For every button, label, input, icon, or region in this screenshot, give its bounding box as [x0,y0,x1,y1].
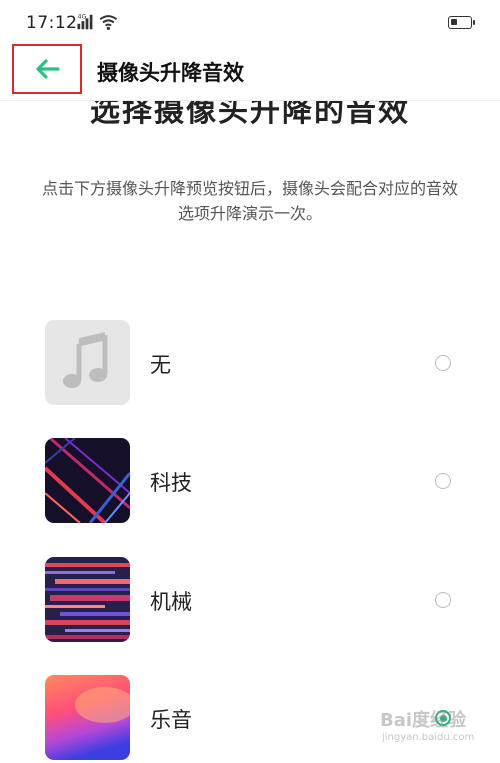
music-note-icon [63,332,108,388]
section-description: 点击下方摄像头升降预览按钮后，摄像头会配合对应的音效选项升降演示一次。 [41,179,458,223]
header-bar: 摄像头升降音效 [0,44,500,100]
wifi-icon [99,15,118,30]
option-label-mechanical: 机械 [150,590,192,614]
tech-artwork [45,438,130,523]
back-button[interactable] [12,44,82,94]
battery-icon [448,16,475,29]
status-time: 17:12 [26,13,78,33]
option-radio-none[interactable] [435,355,451,371]
page-title: 摄像头升降音效 [97,61,244,85]
status-icons: 4G [77,13,118,30]
option-thumb-none [45,320,130,405]
watermark-main: Bai度经验 [380,710,467,731]
option-label-musical: 乐音 [150,708,192,732]
option-radio-tech[interactable] [435,473,451,489]
option-thumb-tech [45,438,130,523]
option-none[interactable]: 无 [0,320,500,408]
option-thumb-musical [45,675,130,760]
arrow-left-icon [36,59,60,79]
network-type: 4G [77,13,86,20]
musical-artwork [45,675,130,760]
mechanical-artwork [45,557,130,642]
option-label-none: 无 [150,353,171,377]
status-bar: 17:12 4G [0,0,500,44]
watermark-logo: Bai度经验 jingyan.baidu.com [370,700,490,750]
signal-icon: 4G [77,13,93,30]
header-divider [0,100,500,101]
option-thumb-mechanical [45,557,130,642]
watermark-sub: jingyan.baidu.com [382,732,475,743]
option-label-tech: 科技 [150,471,192,495]
option-tech[interactable]: 科技 [0,438,500,526]
option-radio-mechanical[interactable] [435,592,451,608]
option-mechanical[interactable]: 机械 [0,557,500,645]
